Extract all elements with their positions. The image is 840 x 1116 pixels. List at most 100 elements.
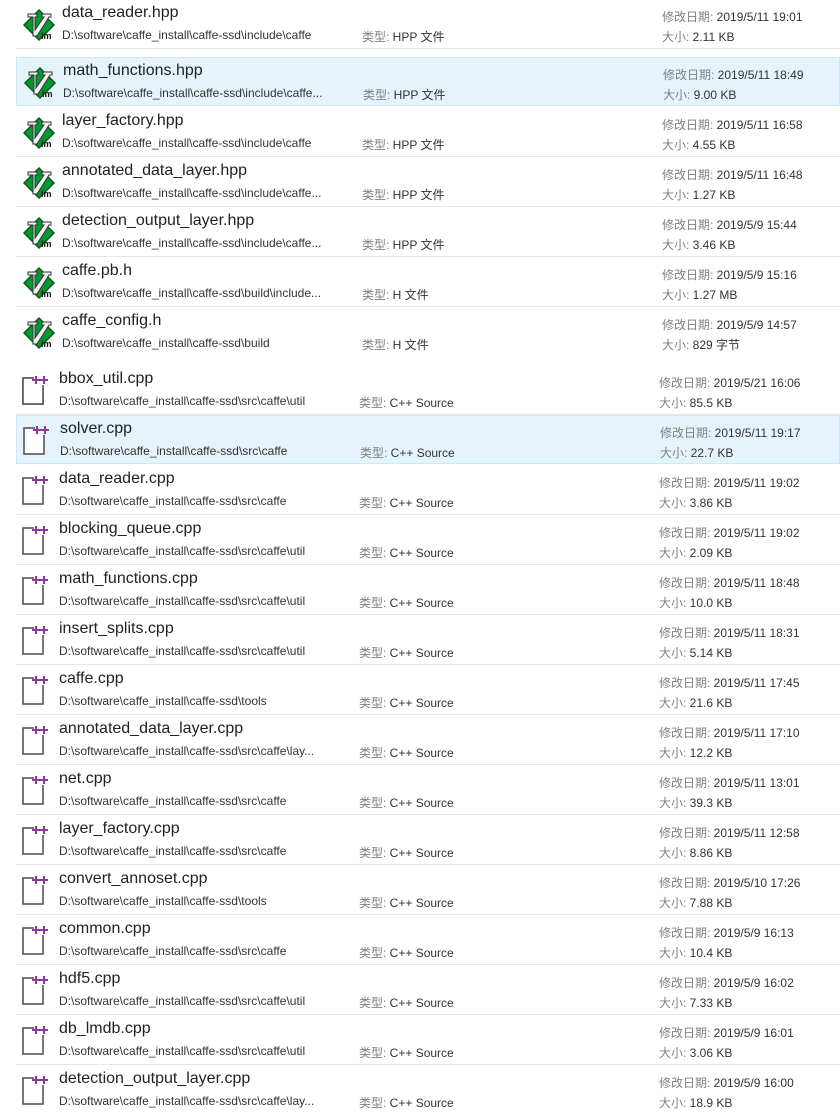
file-type: 类型: C++ Source: [359, 796, 454, 810]
file-path: D:\software\caffe_install\caffe-ssd\src\…: [59, 994, 306, 1008]
list-item[interactable]: annotated_data_layer.cpp D:\software\caf…: [16, 716, 840, 765]
file-results-list: im data_reader.hpp D:\software\caffe_ins…: [0, 0, 840, 1116]
list-item[interactable]: bbox_util.cpp D:\software\caffe_install\…: [16, 366, 840, 415]
list-item[interactable]: insert_splits.cpp D:\software\caffe_inst…: [16, 616, 840, 665]
cpp-file-icon: [20, 925, 50, 957]
file-name: solver.cpp: [60, 420, 133, 437]
list-item[interactable]: common.cpp D:\software\caffe_install\caf…: [16, 916, 840, 965]
file-path: D:\software\caffe_install\caffe-ssd\tool…: [59, 694, 267, 708]
file-type: 类型: C++ Source: [359, 546, 454, 560]
file-path: D:\software\caffe_install\caffe-ssd\src\…: [59, 644, 306, 658]
vim-file-icon: im: [22, 166, 56, 200]
file-path: D:\software\caffe_install\caffe-ssd\incl…: [62, 186, 322, 200]
list-item[interactable]: convert_annoset.cpp D:\software\caffe_in…: [16, 866, 840, 915]
file-type: 类型: H 文件: [362, 338, 429, 352]
file-name: annotated_data_layer.cpp: [59, 720, 244, 737]
list-item[interactable]: math_functions.cpp D:\software\caffe_ins…: [16, 566, 840, 615]
svg-text:im: im: [41, 239, 52, 249]
file-path: D:\software\caffe_install\caffe-ssd\tool…: [59, 894, 267, 908]
cpp-file-icon: [20, 675, 50, 707]
file-type: 类型: HPP 文件: [362, 188, 445, 202]
file-path: D:\software\caffe_install\caffe-ssd\src\…: [59, 1044, 306, 1058]
file-size: 大小: 4.55 KB: [662, 138, 736, 152]
vim-file-icon: im: [23, 66, 57, 100]
file-name: layer_factory.cpp: [59, 820, 180, 837]
modified-date: 修改日期: 2019/5/11 19:01: [662, 10, 803, 24]
file-size: 大小: 39.3 KB: [659, 796, 733, 810]
list-item[interactable]: blocking_queue.cpp D:\software\caffe_ins…: [16, 516, 840, 565]
file-name: convert_annoset.cpp: [59, 870, 208, 887]
list-item[interactable]: solver.cpp D:\software\caffe_install\caf…: [16, 415, 840, 464]
list-item[interactable]: im caffe_config.h D:\software\caffe_inst…: [16, 308, 840, 357]
modified-date: 修改日期: 2019/5/21 16:06: [659, 376, 801, 390]
svg-text:im: im: [42, 89, 53, 99]
list-item[interactable]: im layer_factory.hpp D:\software\caffe_i…: [16, 108, 840, 157]
file-type: 类型: C++ Source: [359, 396, 454, 410]
list-item[interactable]: data_reader.cpp D:\software\caffe_instal…: [16, 466, 840, 515]
file-type: 类型: C++ Source: [359, 1096, 454, 1110]
modified-date: 修改日期: 2019/5/11 17:10: [659, 726, 800, 740]
cpp-file-icon: [20, 375, 50, 407]
list-item[interactable]: im annotated_data_layer.hpp D:\software\…: [16, 158, 840, 207]
list-item[interactable]: im data_reader.hpp D:\software\caffe_ins…: [16, 0, 840, 49]
cpp-file-icon: [20, 575, 50, 607]
modified-date: 修改日期: 2019/5/9 15:16: [662, 268, 797, 282]
cpp-file-icon: [20, 625, 50, 657]
vim-file-icon: im: [22, 8, 56, 42]
file-name: detection_output_layer.cpp: [59, 1070, 251, 1087]
cpp-file-icon: [20, 825, 50, 857]
modified-date: 修改日期: 2019/5/11 12:58: [659, 826, 800, 840]
file-path: D:\software\caffe_install\caffe-ssd\incl…: [62, 136, 312, 150]
modified-date: 修改日期: 2019/5/9 16:01: [659, 1026, 794, 1040]
file-type: 类型: C++ Source: [359, 646, 454, 660]
file-name: data_reader.cpp: [59, 470, 175, 487]
vim-file-icon: im: [22, 216, 56, 250]
modified-date: 修改日期: 2019/5/9 15:44: [662, 218, 797, 232]
list-item[interactable]: im detection_output_layer.hpp D:\softwar…: [16, 208, 840, 257]
svg-text:im: im: [41, 189, 52, 199]
file-type: 类型: HPP 文件: [362, 238, 445, 252]
list-item[interactable]: layer_factory.cpp D:\software\caffe_inst…: [16, 816, 840, 865]
file-type: 类型: HPP 文件: [362, 30, 445, 44]
file-type: 类型: H 文件: [362, 288, 429, 302]
modified-date: 修改日期: 2019/5/11 19:02: [659, 526, 800, 540]
modified-date: 修改日期: 2019/5/11 16:58: [662, 118, 803, 132]
list-item[interactable]: hdf5.cpp D:\software\caffe_install\caffe…: [16, 966, 840, 1015]
file-type: 类型: C++ Source: [359, 946, 454, 960]
cpp-file-icon: [20, 525, 50, 557]
file-size: 大小: 18.9 KB: [659, 1096, 733, 1110]
cpp-file-icon: [20, 775, 50, 807]
file-type: 类型: C++ Source: [359, 596, 454, 610]
file-size: 大小: 2.09 KB: [659, 546, 733, 560]
list-item[interactable]: im caffe.pb.h D:\software\caffe_install\…: [16, 258, 840, 307]
file-path: D:\software\caffe_install\caffe-ssd\src\…: [59, 944, 287, 958]
list-item[interactable]: db_lmdb.cpp D:\software\caffe_install\ca…: [16, 1016, 840, 1065]
file-type: 类型: C++ Source: [359, 846, 454, 860]
modified-date: 修改日期: 2019/5/9 14:57: [662, 318, 797, 332]
file-type: 类型: C++ Source: [359, 996, 454, 1010]
file-path: D:\software\caffe_install\caffe-ssd\src\…: [59, 544, 306, 558]
file-name: db_lmdb.cpp: [59, 1020, 151, 1037]
file-name: detection_output_layer.hpp: [62, 212, 255, 229]
file-size: 大小: 829 字节: [662, 338, 741, 352]
file-size: 大小: 7.88 KB: [659, 896, 733, 910]
file-name: data_reader.hpp: [62, 4, 179, 21]
file-path: D:\software\caffe_install\caffe-ssd\buil…: [62, 286, 322, 300]
list-item[interactable]: caffe.cpp D:\software\caffe_install\caff…: [16, 666, 840, 715]
list-item[interactable]: net.cpp D:\software\caffe_install\caffe-…: [16, 766, 840, 815]
file-size: 大小: 7.33 KB: [659, 996, 733, 1010]
modified-date: 修改日期: 2019/5/9 16:13: [659, 926, 794, 940]
file-name: net.cpp: [59, 770, 112, 787]
file-path: D:\software\caffe_install\caffe-ssd\src\…: [60, 444, 288, 458]
file-path: D:\software\caffe_install\caffe-ssd\src\…: [59, 744, 315, 758]
vim-file-icon: im: [22, 116, 56, 150]
file-path: D:\software\caffe_install\caffe-ssd\incl…: [62, 28, 312, 42]
list-item[interactable]: im math_functions.hpp D:\software\caffe_…: [16, 57, 840, 106]
list-item[interactable]: detection_output_layer.cpp D:\software\c…: [16, 1066, 840, 1115]
file-size: 大小: 85.5 KB: [659, 396, 733, 410]
file-name: math_functions.hpp: [63, 62, 203, 79]
modified-date: 修改日期: 2019/5/9 16:00: [659, 1076, 794, 1090]
file-name: caffe.pb.h: [62, 262, 132, 279]
modified-date: 修改日期: 2019/5/11 13:01: [659, 776, 800, 790]
file-type: 类型: C++ Source: [359, 1046, 454, 1060]
